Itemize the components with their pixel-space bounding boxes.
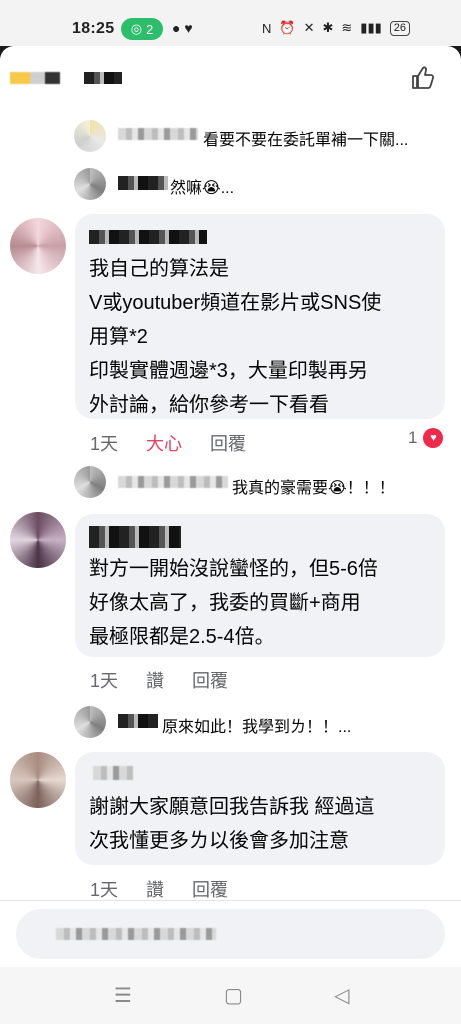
sheet-header — [0, 46, 461, 110]
comment-input[interactable] — [16, 909, 445, 959]
reply-preview[interactable]: 我真的豪需要😭！！！ — [232, 474, 395, 498]
avatar[interactable] — [74, 466, 106, 498]
reaction-summary[interactable]: 1 ♥ — [408, 428, 444, 448]
avatar[interactable] — [74, 120, 106, 152]
battery-indicator: 26 — [389, 20, 411, 36]
hotspot-icon: ◎ — [130, 21, 143, 36]
heart-icon: ♥ — [423, 428, 444, 448]
comment-bubble: 我自己的算法是 V或youtuber頻道在影片或SNS使 用算*2 印製實體週邊… — [75, 214, 445, 419]
reply-preview[interactable]: 原來如此！我學到ㄌ！！... — [162, 713, 351, 737]
chat-icon: ● — [172, 20, 181, 36]
system-icons: N ⏰ ✕ ✱ ≋ ▮▮▮ 26 — [262, 20, 411, 36]
username-redacted[interactable] — [118, 714, 158, 728]
wifi-icon: ≋ — [341, 20, 353, 35]
comment-actions: 1天 讚 回覆 — [90, 667, 228, 693]
page-name-redacted — [10, 72, 60, 84]
system-nav-bar: ☰ ▢ ◁ — [0, 967, 461, 1024]
reply-button[interactable]: 回覆 — [210, 430, 246, 456]
reply-button[interactable]: 回覆 — [192, 876, 228, 902]
menu-icon[interactable]: ☰ — [114, 983, 132, 1008]
comment-time: 1天 — [90, 434, 119, 454]
thumbs-up-icon[interactable] — [409, 64, 437, 92]
back-triangle-icon[interactable]: ◁ — [334, 983, 349, 1008]
username-redacted[interactable] — [93, 766, 133, 780]
like-button[interactable]: 讚 — [146, 667, 164, 693]
heart-status-icon: ♥ — [184, 20, 193, 36]
page-name-redacted-2 — [84, 72, 122, 84]
nfc-icon: N — [262, 20, 272, 36]
status-time: 18:25 — [72, 20, 115, 37]
notification-icons: ● ♥ — [172, 20, 193, 36]
comment-text: 謝謝大家願意回我告訴我 經過這 次我懂更多ㄌ以後會多加注意 — [89, 796, 375, 852]
comment-time: 1天 — [90, 880, 119, 900]
love-reaction-button[interactable]: 大心 — [146, 430, 182, 456]
input-placeholder-redacted — [56, 928, 216, 940]
avatar[interactable] — [10, 512, 66, 568]
avatar[interactable] — [10, 218, 66, 274]
username-redacted[interactable] — [118, 176, 168, 190]
comment-time: 1天 — [90, 671, 119, 691]
reply-preview[interactable]: 看要不要在委託單補一下關... — [203, 126, 408, 150]
hotspot-badge: ◎ 2 — [121, 18, 163, 40]
alarm-icon: ⏰ — [279, 20, 296, 35]
hotspot-count: 2 — [146, 21, 154, 37]
comment-actions: 1天 大心 回覆 — [90, 430, 246, 456]
username-redacted[interactable] — [118, 128, 198, 140]
comment-input-bar — [0, 900, 461, 967]
status-bar: 18:25 ◎ 2 ● ♥ N ⏰ ✕ ✱ ≋ ▮▮▮ 26 — [0, 0, 461, 46]
comments-sheet: 看要不要在委託單補一下關... 然嘛😭... 我自己的算法是 V或youtube… — [0, 46, 461, 967]
reply-preview[interactable]: 然嘛😭... — [170, 174, 234, 198]
username-redacted[interactable] — [89, 230, 207, 244]
username-redacted[interactable] — [89, 526, 181, 548]
comment-text: 我自己的算法是 V或youtuber頻道在影片或SNS使 用算*2 印製實體週邊… — [89, 258, 382, 416]
signal-icon: ▮▮▮ — [360, 20, 382, 35]
comment-text: 對方一開始沒說蠻怪的，但5-6倍 好像太高了，我委的買斷+商用 最極限都是2.5… — [89, 558, 378, 648]
home-square-icon[interactable]: ▢ — [224, 983, 243, 1008]
comment-bubble: 謝謝大家願意回我告訴我 經過這 次我懂更多ㄌ以後會多加注意 — [75, 752, 445, 865]
avatar[interactable] — [74, 168, 106, 200]
comment-actions: 1天 讚 回覆 — [90, 876, 228, 902]
username-redacted[interactable] — [118, 476, 228, 488]
reply-button[interactable]: 回覆 — [192, 667, 228, 693]
bluetooth-icon: ✱ — [322, 20, 334, 35]
avatar[interactable] — [10, 752, 66, 808]
reaction-count: 1 — [408, 428, 418, 447]
like-button[interactable]: 讚 — [146, 876, 164, 902]
comment-bubble: 對方一開始沒說蠻怪的，但5-6倍 好像太高了，我委的買斷+商用 最極限都是2.5… — [75, 514, 445, 657]
avatar[interactable] — [74, 706, 106, 738]
mute-icon: ✕ — [303, 20, 315, 35]
